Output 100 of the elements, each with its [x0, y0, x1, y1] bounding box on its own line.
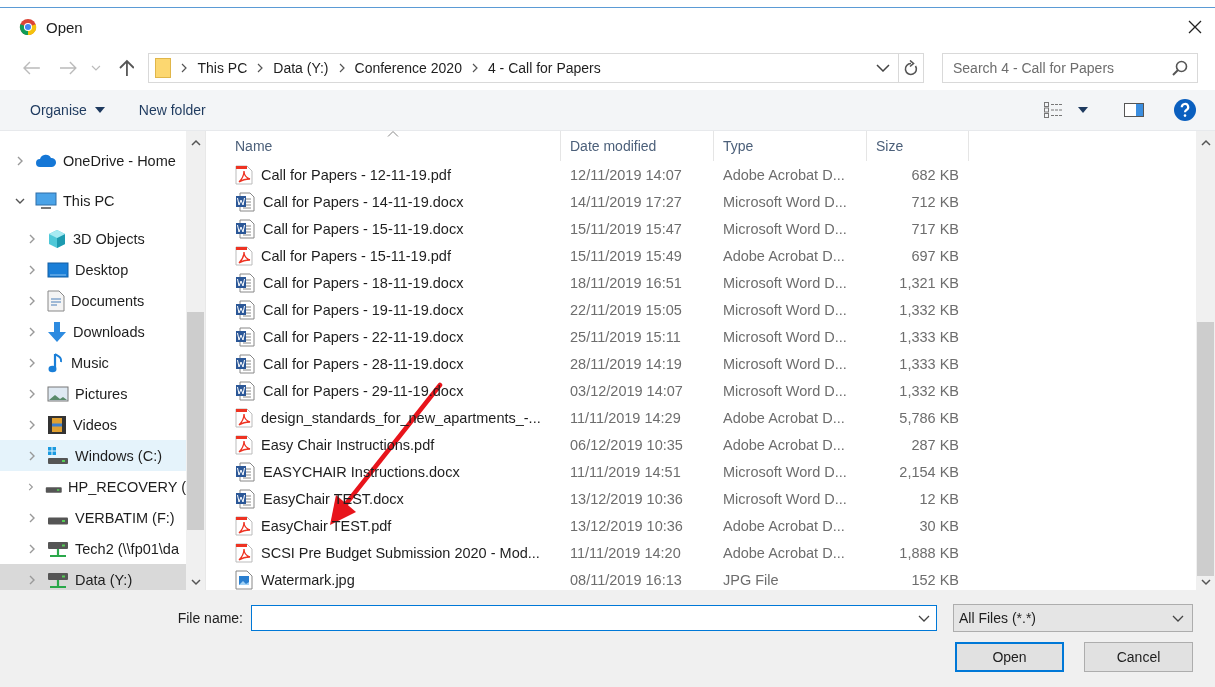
- pdf-file-icon: [235, 515, 253, 536]
- type-cell-text: Microsoft Word D...: [722, 327, 848, 347]
- chevron-icon[interactable]: [471, 63, 478, 73]
- scrollbar[interactable]: [186, 131, 205, 590]
- breadcrumb-item[interactable]: Data (Y:): [273, 60, 329, 76]
- sidebar-item[interactable]: 3D Objects: [0, 223, 186, 254]
- sidebar-item[interactable]: VERBATIM (F:): [0, 502, 186, 533]
- refresh-button[interactable]: [899, 53, 924, 83]
- column-header[interactable]: Type: [714, 131, 867, 161]
- pdf-file-icon: [235, 164, 253, 185]
- new-folder-button[interactable]: New folder: [128, 98, 216, 122]
- date-cell-text: 25/11/2019 15:11: [569, 327, 682, 347]
- type-cell-text: Microsoft Word D...: [722, 192, 848, 212]
- type-cell-text: Microsoft Word D...: [722, 273, 848, 293]
- file-name-field[interactable]: [251, 605, 937, 631]
- column-header[interactable]: Size: [867, 131, 969, 161]
- cloud-icon: [35, 153, 57, 168]
- search-field[interactable]: Search 4 - Call for Papers: [942, 53, 1198, 83]
- sidebar-item[interactable]: HP_RECOVERY (: [0, 471, 186, 502]
- chevron-icon[interactable]: [181, 63, 188, 73]
- file-name[interactable]: Call for Papers - 19-11-19.docx: [226, 296, 561, 323]
- sidebar-item[interactable]: Videos: [0, 409, 186, 440]
- date-cell-text: 18/11/2019 16:51: [569, 273, 683, 293]
- file-type-dropdown[interactable]: All Files (*.*): [953, 604, 1193, 632]
- scrollbar[interactable]: [1196, 131, 1215, 590]
- preview-pane-icon[interactable]: [1124, 103, 1144, 117]
- type-cell-text: Adobe Acrobat D...: [722, 435, 846, 455]
- file-name-label: File name:: [177, 610, 243, 626]
- recent-caret-icon[interactable]: [90, 65, 101, 71]
- scroll-down-icon[interactable]: [1200, 579, 1211, 586]
- date-cell-text: 12/11/2019 14:07: [569, 165, 683, 185]
- pdf-file-icon: [235, 245, 253, 266]
- caret-icon[interactable]: [1078, 107, 1088, 113]
- back-arrow-icon[interactable]: [23, 61, 41, 75]
- file-name[interactable]: Call for Papers - 28-11-19.docx: [226, 350, 561, 377]
- file-name[interactable]: Call for Papers - 18-11-19.docx: [226, 269, 561, 296]
- browser-logo-icon: [19, 18, 37, 36]
- size-cell-text: 1,321 KB: [898, 273, 960, 293]
- chevron-icon[interactable]: [257, 63, 264, 73]
- address-bar[interactable]: This PC Data (Y:) Conference 2020 4 - Call for Papers: [148, 53, 900, 83]
- organise-menu-button[interactable]: Organise: [20, 98, 115, 122]
- down-arrow-icon: [47, 320, 67, 343]
- scroll-up-icon[interactable]: [1200, 139, 1211, 146]
- sidebar-item[interactable]: Pictures: [0, 378, 186, 409]
- scroll-down-icon[interactable]: [190, 579, 201, 586]
- dropdown-caret-icon[interactable]: [876, 64, 891, 72]
- up-arrow-icon[interactable]: [118, 59, 135, 77]
- file-name[interactable]: Call for Papers - 14-11-19.docx: [226, 188, 561, 215]
- close-icon[interactable]: [1187, 19, 1203, 35]
- size-cell-text: 1,333 KB: [898, 327, 960, 347]
- file-name[interactable]: EasyChair TEST.pdf: [226, 512, 561, 539]
- cancel-button[interactable]: Cancel: [1084, 642, 1193, 672]
- word-file-icon: [235, 461, 255, 482]
- file-name[interactable]: Watermark.jpg: [226, 566, 561, 593]
- sidebar-item[interactable]: Music: [0, 347, 186, 378]
- sidebar-item[interactable]: Tech2 (\\fp01\da: [0, 533, 186, 564]
- size-cell-text: 287 KB: [910, 435, 960, 455]
- date-cell-text: 06/12/2019 10:35: [569, 435, 684, 455]
- breadcrumb-item[interactable]: 4 - Call for Papers: [487, 60, 601, 76]
- size-cell-text: 30 KB: [918, 516, 960, 536]
- sort-icon: [387, 131, 399, 137]
- refresh-icon: [904, 60, 919, 76]
- file-name[interactable]: Call for Papers - 12-11-19.pdf: [226, 161, 561, 188]
- file-name[interactable]: Call for Papers - 15-11-19.pdf: [226, 242, 561, 269]
- date-cell-text: 15/11/2019 15:49: [569, 246, 683, 266]
- sidebar-item[interactable]: Documents: [0, 285, 186, 316]
- sidebar-item[interactable]: This PC: [0, 183, 186, 218]
- type-cell-text: Microsoft Word D...: [722, 381, 848, 401]
- breadcrumb-item[interactable]: Conference 2020: [354, 60, 462, 76]
- date-cell-text: 13/12/2019 10:36: [569, 489, 684, 509]
- column-header[interactable]: Date modified: [561, 131, 714, 161]
- word-file-icon: [235, 488, 255, 509]
- chevron-icon[interactable]: [338, 63, 345, 73]
- scrollbar-thumb[interactable]: [1197, 322, 1214, 576]
- document-icon: [47, 289, 65, 312]
- open-button[interactable]: Open: [955, 642, 1064, 672]
- size-cell-text: 2,154 KB: [898, 462, 960, 482]
- dropdown-caret-icon[interactable]: [918, 614, 930, 622]
- file-name[interactable]: Call for Papers - 15-11-19.docx: [226, 215, 561, 242]
- column-header[interactable]: Name: [226, 131, 561, 161]
- date-cell-text: 13/12/2019 10:36: [569, 516, 684, 536]
- sidebar-item[interactable]: Desktop: [0, 254, 186, 285]
- type-cell-text: Microsoft Word D...: [722, 489, 848, 509]
- sidebar-item[interactable]: OneDrive - Home: [0, 143, 186, 178]
- sidebar-item[interactable]: Data (Y:): [0, 564, 186, 590]
- sidebar-item[interactable]: Downloads: [0, 316, 186, 347]
- forward-arrow-icon[interactable]: [58, 61, 77, 75]
- file-name[interactable]: SCSI Pre Budget Submission 2020 - Mod...: [226, 539, 561, 566]
- pdf-file-icon: [235, 434, 253, 455]
- help-icon[interactable]: [1174, 99, 1196, 121]
- size-cell-text: 712 KB: [910, 192, 960, 212]
- view-options-icon[interactable]: [1044, 102, 1064, 118]
- collapsed-chevron-icon[interactable]: [26, 480, 36, 493]
- date-cell-text: 14/11/2019 17:27: [569, 192, 683, 212]
- sidebar-item[interactable]: Windows (C:): [0, 440, 186, 471]
- search-icon: [1172, 60, 1188, 76]
- breadcrumb-item[interactable]: This PC: [197, 60, 248, 76]
- scrollbar-thumb[interactable]: [187, 312, 204, 530]
- scroll-up-icon[interactable]: [190, 139, 201, 146]
- file-name[interactable]: Call for Papers - 22-11-19.docx: [226, 323, 561, 350]
